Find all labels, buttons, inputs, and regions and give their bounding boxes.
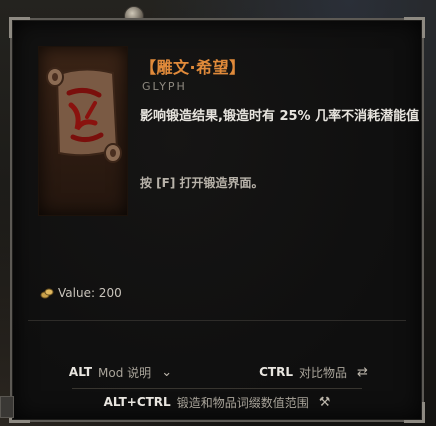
footer-divider: [72, 388, 362, 389]
alt-description: Mod 说明: [98, 365, 152, 380]
ctrl-description: 对比物品: [298, 365, 347, 380]
gold-coins-icon: [40, 288, 54, 299]
item-description: 影响锻造结果,锻造时有 25% 几率不消耗潜能值: [140, 109, 420, 124]
alt-ctrl-forge-range[interactable]: ALT+CTRL 锻造和物品词缀数值范围 ⚒: [24, 390, 410, 414]
alt-mod-info[interactable]: ALT Mod 说明 ⌄: [24, 364, 217, 381]
frame-corner: [404, 17, 425, 38]
item-tooltip: 【雕文·希望】 GLYPH 影响锻造结果,锻造时有 25% 几率不消耗潜能值 按…: [9, 17, 425, 423]
frame-corner: [9, 17, 30, 38]
ctrl-compare[interactable]: CTRL 对比物品 ⇄: [217, 364, 410, 381]
hammer-icon: ⚒: [318, 394, 331, 410]
value-label: Value: 200: [58, 286, 122, 300]
alt-ctrl-description: 锻造和物品词缀数值范围: [176, 395, 309, 410]
item-icon-panel: [38, 46, 128, 216]
divider: [28, 320, 406, 321]
ctrl-key: CTRL: [259, 365, 293, 379]
item-type: GLYPH: [142, 80, 187, 93]
scroll-glyph-icon: [46, 67, 122, 163]
alt-key: ALT: [68, 365, 93, 379]
compare-arrows-icon: ⇄: [357, 364, 368, 380]
chevron-down-icon: ⌄: [161, 364, 173, 380]
item-title: 【雕文·希望】: [140, 58, 246, 77]
side-tab: [0, 396, 14, 418]
item-value: Value: 200: [40, 286, 122, 300]
forge-hint: 按 [F] 打开锻造界面。: [140, 176, 264, 190]
alt-ctrl-key: ALT+CTRL: [103, 395, 171, 409]
footer-row-1: ALT Mod 说明 ⌄ CTRL 对比物品 ⇄: [24, 360, 410, 384]
